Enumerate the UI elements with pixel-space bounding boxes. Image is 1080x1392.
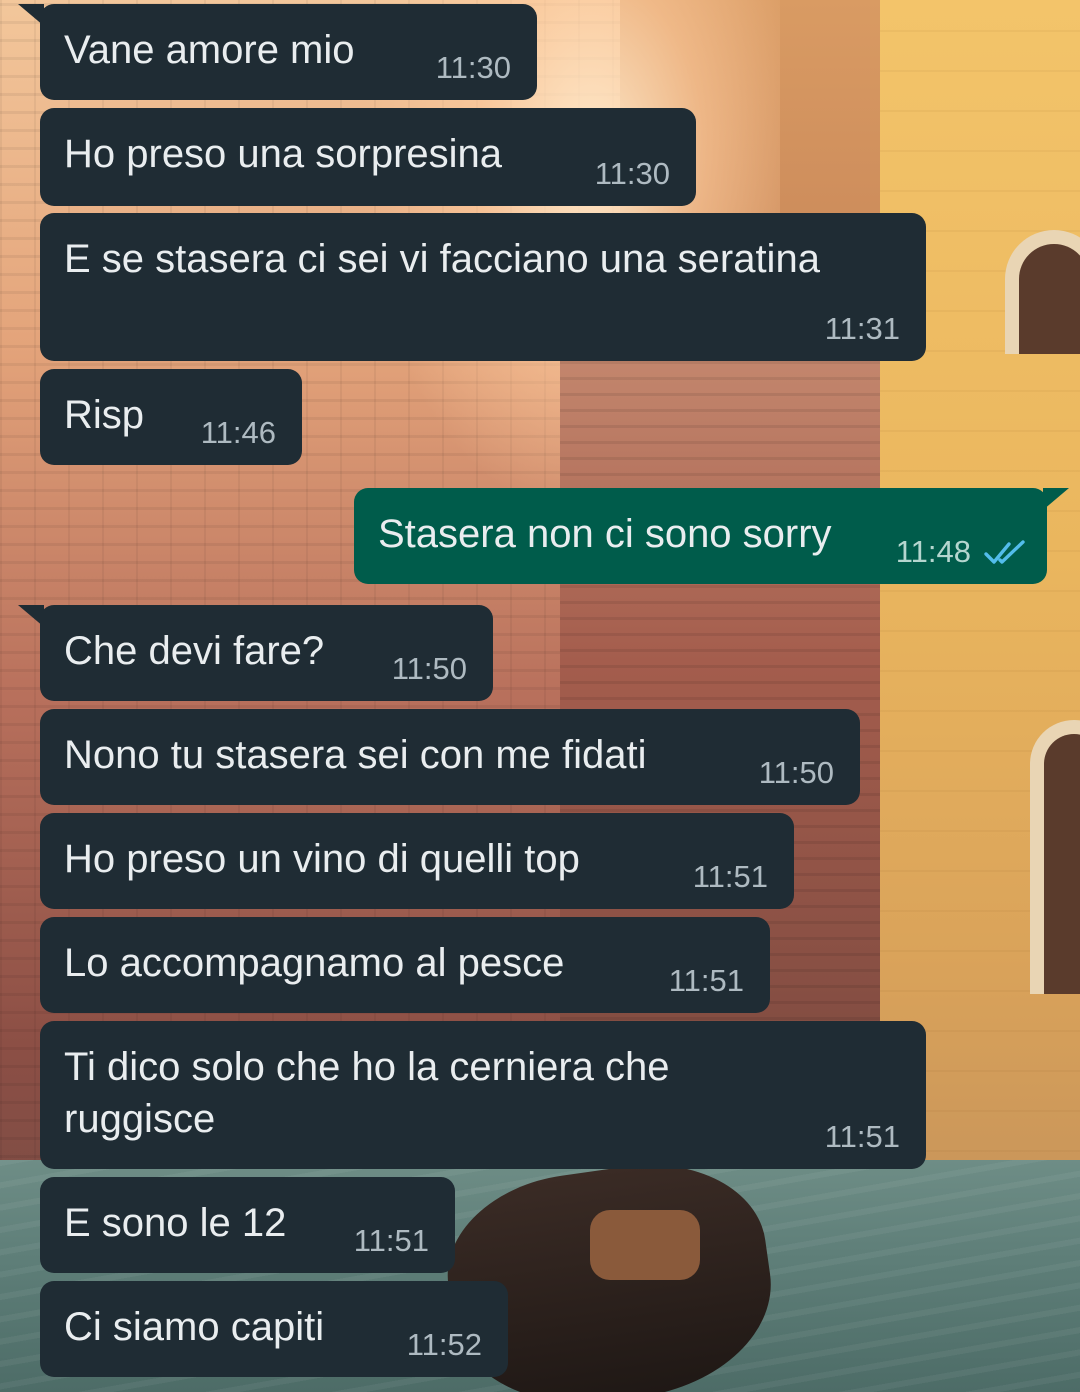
message-text: Ci siamo capiti — [64, 1305, 325, 1349]
message-bubble[interactable]: Lo accompagnamo al pesce 11:51 — [40, 917, 770, 1013]
message-bubble[interactable]: Risp 11:46 — [40, 369, 302, 465]
message-text: Nono tu stasera sei con me fidati — [64, 733, 647, 777]
message-timestamp: 11:50 — [758, 755, 834, 790]
message-timestamp: 11:51 — [353, 1223, 429, 1258]
message-bubble[interactable]: Che devi fare? 11:50 — [18, 605, 493, 701]
message-bubble[interactable]: E sono le 12 11:51 — [40, 1177, 455, 1273]
message-timestamp: 11:46 — [200, 415, 276, 450]
message-bubble[interactable]: Ho preso una sorpresina 11:30 — [40, 108, 696, 206]
message-text: Risp — [64, 393, 145, 437]
message-timestamp: 11:50 — [391, 651, 467, 686]
message-text: Ti dico solo che ho la cerniera che rugg… — [64, 1045, 670, 1141]
message-timestamp: 11:31 — [824, 311, 900, 346]
message-timestamp: 11:30 — [435, 50, 511, 85]
message-bubble[interactable]: Ho preso un vino di quelli top 11:51 — [40, 813, 794, 909]
message-text: Stasera non ci sono sorry — [378, 512, 832, 556]
message-bubble-outgoing[interactable]: Stasera non ci sono sorry 11:48 — [354, 488, 1069, 584]
message-timestamp: 11:48 — [895, 534, 971, 569]
message-list[interactable]: Vane amore mio 11:30 Ho preso una sorpre… — [0, 0, 1080, 1392]
message-text: Ho preso una sorpresina — [64, 132, 503, 176]
double-check-icon — [984, 540, 1025, 564]
message-bubble[interactable]: Vane amore mio 11:30 — [18, 4, 537, 100]
message-text: E sono le 12 — [64, 1201, 287, 1245]
message-text: E se stasera ci sei vi facciano una sera… — [64, 237, 820, 281]
message-bubble[interactable]: Nono tu stasera sei con me fidati 11:50 — [40, 709, 860, 805]
message-text: Ho preso un vino di quelli top — [64, 837, 580, 881]
message-timestamp: 11:51 — [668, 963, 744, 998]
message-text: Lo accompagnamo al pesce — [64, 941, 565, 985]
message-timestamp: 11:51 — [692, 859, 768, 894]
message-timestamp: 11:51 — [824, 1119, 900, 1154]
message-bubble[interactable]: Ti dico solo che ho la cerniera che rugg… — [40, 1021, 926, 1169]
message-bubble[interactable]: E se stasera ci sei vi facciano una sera… — [40, 213, 926, 361]
message-timestamp: 11:30 — [594, 156, 670, 191]
message-timestamp: 11:52 — [406, 1327, 482, 1362]
message-text: Vane amore mio — [64, 28, 355, 72]
message-text: Che devi fare? — [64, 629, 325, 673]
message-bubble[interactable]: Ci siamo capiti 11:52 — [40, 1281, 508, 1377]
